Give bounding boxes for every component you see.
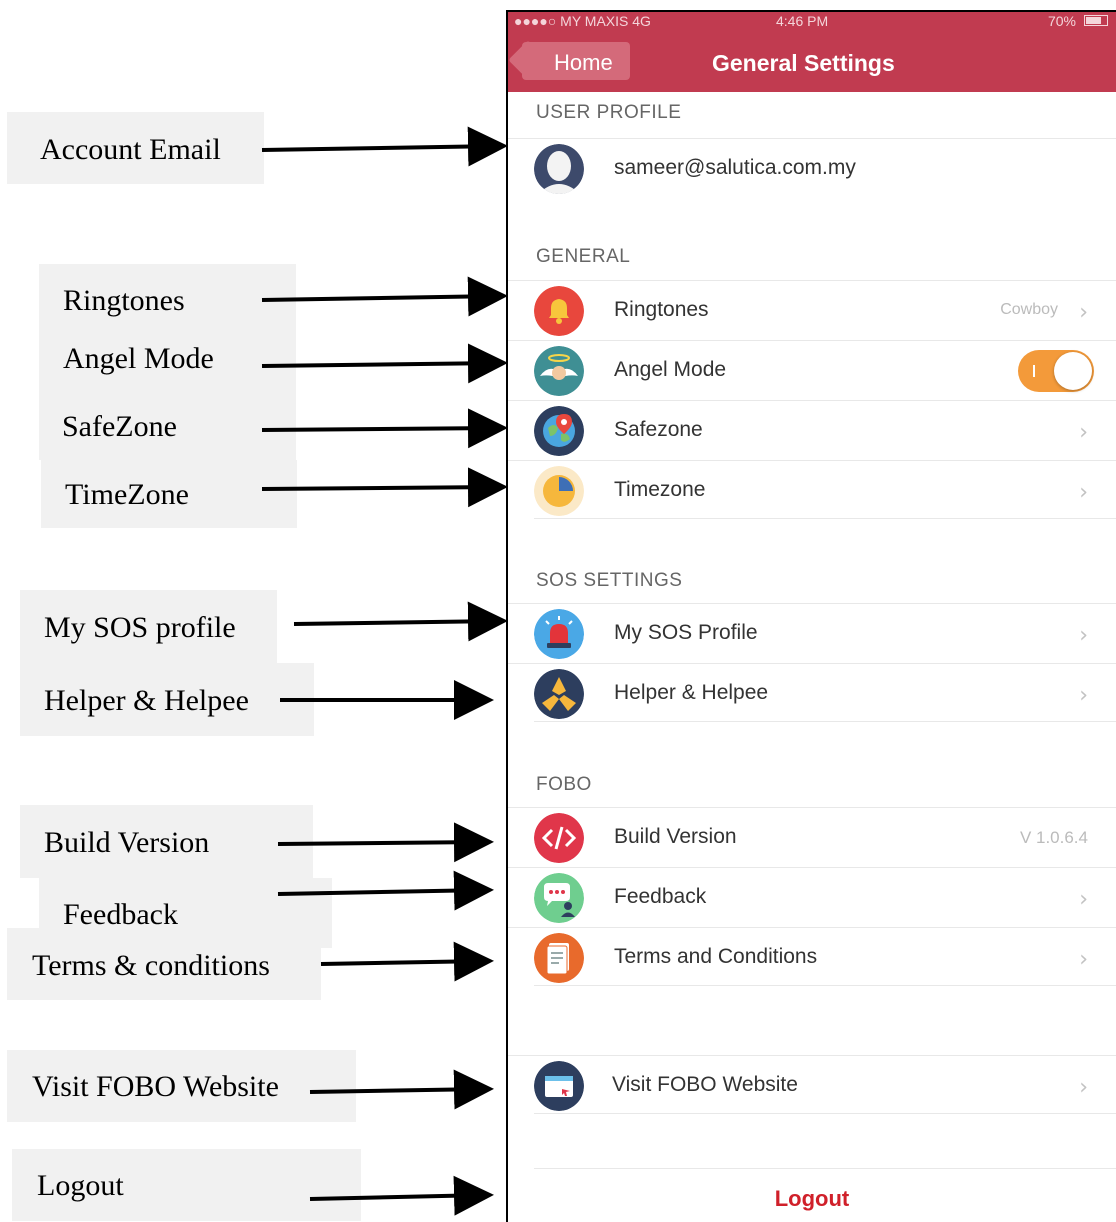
- row-build-version: Build Version V 1.0.6.4: [508, 807, 1116, 866]
- feedback-chat-icon: [534, 873, 584, 923]
- account-email-text: sameer@salutica.com.my: [614, 156, 856, 179]
- annotation-arrows: [261, 126, 508, 1216]
- row-terms-conditions[interactable]: Terms and Conditions ›: [508, 927, 1116, 986]
- angel-mode-toggle[interactable]: [1018, 350, 1094, 392]
- row-safezone[interactable]: Safezone ›: [508, 400, 1116, 459]
- arrow-terms: [320, 941, 494, 982]
- arrow-account-email: [261, 126, 508, 167]
- arrow-feedback: [277, 870, 494, 911]
- page-title: General Settings: [712, 50, 895, 76]
- carrier-text: ●●●●○ MY MAXIS 4G: [514, 13, 651, 29]
- row-helper-helpee[interactable]: Helper & Helpee ›: [508, 663, 1116, 722]
- divider: [534, 721, 1116, 722]
- bell-icon: [534, 286, 584, 336]
- chevron-right-icon: ›: [1079, 887, 1088, 912]
- code-icon: [534, 813, 584, 863]
- divider: [534, 1168, 1116, 1169]
- row-my-sos-profile[interactable]: My SOS Profile ›: [508, 603, 1116, 662]
- chevron-right-icon: ›: [1079, 420, 1088, 445]
- battery-icon: [1084, 15, 1108, 26]
- terms-label: Terms and Conditions: [614, 945, 818, 968]
- phone-screen: ●●●●○ MY MAXIS 4G 4:46 PM 70% Home Gener…: [506, 10, 1116, 1222]
- back-button-label: Home: [554, 50, 613, 75]
- chevron-right-icon: ›: [1079, 480, 1088, 505]
- back-chevron-icon: [508, 40, 548, 80]
- handshake-icon: [534, 669, 584, 719]
- visit-website-label: Visit FOBO Website: [612, 1073, 798, 1096]
- chevron-right-icon: ›: [1079, 683, 1088, 708]
- row-visit-fobo-website[interactable]: Visit FOBO Website ›: [508, 1055, 1116, 1114]
- toggle-knob: [1054, 352, 1092, 390]
- avatar-icon: [534, 144, 584, 194]
- chevron-right-icon: ›: [1079, 947, 1088, 972]
- arrow-logout: [309, 1175, 494, 1216]
- arrow-angel-mode: [261, 343, 508, 384]
- logout-button[interactable]: Logout: [508, 1186, 1116, 1212]
- toggle-on-mark: [1033, 365, 1035, 377]
- clock-icon: [534, 466, 584, 516]
- arrow-ringtones: [261, 276, 508, 317]
- battery-percent: 70%: [1047, 13, 1076, 29]
- helper-helpee-label: Helper & Helpee: [614, 681, 769, 704]
- time-text: 4:46 PM: [776, 13, 829, 29]
- safezone-label: Safezone: [614, 418, 703, 441]
- build-version-label: Build Version: [614, 825, 737, 848]
- browser-window-icon: [534, 1061, 584, 1111]
- ringtones-label: Ringtones: [614, 298, 709, 321]
- divider: [534, 518, 1116, 519]
- globe-pin-icon: [534, 406, 584, 456]
- arrow-my-sos-profile: [293, 601, 508, 642]
- section-sos-settings: SOS SETTINGS: [536, 570, 683, 591]
- chevron-right-icon: ›: [1079, 1075, 1088, 1100]
- row-feedback[interactable]: Feedback ›: [508, 867, 1116, 926]
- timezone-label: Timezone: [614, 478, 706, 501]
- arrow-build-version: [277, 822, 494, 863]
- home-back-button[interactable]: Home: [508, 40, 630, 80]
- nav-bar: ●●●●○ MY MAXIS 4G 4:46 PM 70% Home Gener…: [508, 12, 1116, 92]
- row-timezone[interactable]: Timezone ›: [508, 460, 1116, 519]
- section-fobo: FOBO: [536, 774, 592, 795]
- arrow-timezone: [261, 467, 508, 508]
- status-bar: ●●●●○ MY MAXIS 4G 4:46 PM 70%: [508, 12, 1116, 30]
- row-ringtones[interactable]: Ringtones Cowboy ›: [508, 280, 1116, 339]
- my-sos-profile-label: My SOS Profile: [614, 621, 758, 644]
- document-icon: [534, 933, 584, 983]
- section-user-profile: USER PROFILE: [536, 102, 682, 123]
- angel-icon: [534, 346, 584, 396]
- feedback-label: Feedback: [614, 885, 707, 908]
- row-angel-mode: Angel Mode: [508, 340, 1116, 399]
- ringtones-value: Cowboy: [1000, 301, 1058, 318]
- angel-mode-label: Angel Mode: [614, 358, 727, 381]
- divider: [534, 985, 1116, 986]
- chevron-right-icon: ›: [1079, 623, 1088, 648]
- section-general: GENERAL: [536, 246, 631, 267]
- arrow-safezone: [261, 408, 508, 449]
- arrow-visit-website: [309, 1069, 494, 1110]
- row-account-email[interactable]: sameer@salutica.com.my: [508, 138, 1116, 197]
- build-version-value: V 1.0.6.4: [1019, 828, 1088, 847]
- siren-icon: [534, 609, 584, 659]
- chevron-right-icon: ›: [1079, 300, 1088, 325]
- divider: [534, 1113, 1116, 1114]
